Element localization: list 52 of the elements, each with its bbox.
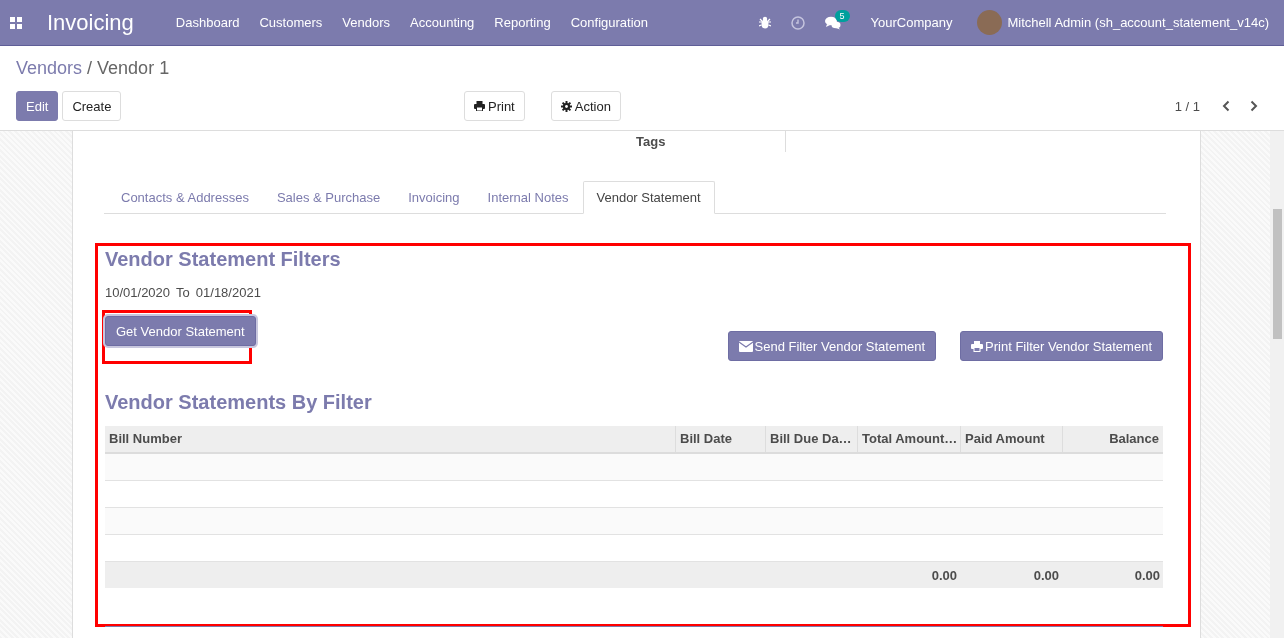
column-header[interactable]: Total Amount… [857, 426, 960, 452]
company-switcher[interactable]: YourCompany [870, 15, 953, 30]
total-value: 0.00 [931, 567, 957, 583]
breadcrumb-current: Vendor 1 [97, 58, 170, 79]
create-button[interactable]: Create [62, 91, 122, 121]
column-header[interactable]: Balance [1062, 426, 1163, 452]
total-value: 0.00 [1033, 567, 1059, 583]
gear-icon [560, 100, 572, 112]
user-menu[interactable]: Mitchell Admin (sh_account_statement_v14c) [1007, 15, 1269, 30]
print-statement-button[interactable]: Print Filter Vendor Statement [960, 331, 1163, 361]
print-button[interactable]: Print [464, 91, 525, 121]
menu-item[interactable]: Accounting [400, 15, 485, 30]
edit-button[interactable]: Edit [16, 91, 59, 121]
bug-icon[interactable] [758, 16, 771, 29]
tab[interactable]: Invoicing [394, 181, 474, 214]
clock-icon[interactable] [790, 15, 805, 30]
menu-item[interactable]: Dashboard [165, 15, 250, 30]
menu-item[interactable]: Configuration [560, 15, 659, 30]
printer-icon [474, 101, 485, 111]
get-statement-button[interactable]: Get Vendor Statement [105, 316, 256, 346]
scrollbar[interactable] [1270, 131, 1284, 638]
menu-item[interactable]: Vendors [332, 15, 400, 30]
date-from[interactable]: 10/01/2020 [105, 285, 171, 300]
column-header[interactable]: Bill Due Da… [765, 426, 857, 452]
column-header[interactable]: Bill Date [675, 426, 765, 452]
menu-item[interactable]: Customers [249, 15, 333, 30]
total-value: 0.00 [1134, 567, 1160, 583]
next-icon[interactable] [1250, 100, 1258, 112]
menu-item[interactable]: Reporting [484, 15, 561, 30]
date-separator: To [176, 285, 190, 300]
printer-icon [971, 340, 984, 352]
send-statement-button[interactable]: Send Filter Vendor Statement [727, 331, 937, 361]
column-header[interactable]: Bill Number [105, 426, 675, 452]
envelope-icon [738, 340, 753, 352]
breadcrumb-link[interactable]: Vendors [16, 58, 83, 79]
scrollbar-thumb[interactable] [1273, 209, 1282, 339]
field-label: Tags [636, 134, 666, 149]
date-to[interactable]: 01/18/2021 [195, 285, 261, 300]
tab[interactable]: Sales & Purchase [262, 181, 395, 214]
section-title: Vendor Statement Filters [105, 248, 342, 272]
section-title: Vendor Statements By Filter [105, 391, 373, 415]
pager-value[interactable]: 1 / 1 [1174, 98, 1200, 114]
tab[interactable]: Internal Notes [473, 181, 583, 214]
previous-icon[interactable] [1222, 100, 1230, 112]
breadcrumb-separator: / [87, 58, 93, 79]
message-count-badge: 5 [834, 9, 850, 22]
tab[interactable]: Vendor Statement [582, 181, 715, 214]
action-button[interactable]: Action [550, 91, 621, 121]
column-header[interactable]: Paid Amount [960, 426, 1062, 452]
tab[interactable]: Contacts & Addresses [107, 181, 263, 214]
apps-menu-icon[interactable] [10, 16, 22, 29]
app-name[interactable]: Invoicing [47, 9, 134, 36]
